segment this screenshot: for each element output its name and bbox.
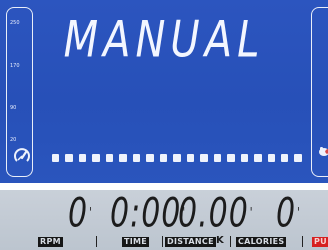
progress-segment — [105, 154, 114, 162]
divider — [302, 236, 303, 247]
progress-segment — [52, 154, 60, 162]
progress-segment — [267, 154, 275, 162]
program-mode-title: MANUAL — [63, 11, 265, 69]
progress-segment — [213, 154, 222, 162]
scale-tick-label: 90 — [10, 105, 17, 111]
rpm-readout: 0' — [68, 189, 93, 238]
pulse-label: PU — [312, 237, 328, 247]
progress-segment — [240, 154, 249, 162]
progress-segment — [78, 154, 87, 162]
calories-label: CALORIES — [236, 237, 287, 247]
program-progress-bar — [52, 154, 302, 162]
main-lcd-screen: 250 170 90 20 MANUAL — [0, 0, 328, 183]
progress-segment — [294, 154, 302, 162]
progress-segment — [146, 154, 154, 162]
progress-segment — [173, 154, 181, 162]
calories-value: 0 — [276, 189, 297, 238]
time-label: TIME — [122, 237, 150, 247]
calories-readout: 0' — [276, 189, 301, 238]
progress-segment — [119, 154, 127, 162]
progress-segment — [280, 154, 289, 162]
divider — [96, 236, 97, 247]
progress-segment — [200, 154, 208, 162]
distance-label: DISTANCE — [165, 237, 216, 247]
distance-unit: K — [216, 235, 224, 246]
progress-segment — [227, 154, 235, 162]
progress-segment — [254, 154, 262, 162]
heart-hand-icon — [319, 147, 328, 156]
time-value: 0:00 — [110, 189, 182, 238]
progress-segment — [132, 154, 141, 162]
stats-lcd-panel: 0' 0:00' 0.00' 0' RPM TIME DISTANCE K CA… — [0, 190, 328, 250]
divider — [230, 236, 231, 247]
distance-value: 0.00 — [178, 189, 249, 238]
progress-segment — [186, 154, 195, 162]
rpm-value: 0 — [68, 189, 89, 238]
rpm-label: RPM — [38, 237, 63, 247]
speed-dial-icon — [14, 148, 30, 162]
progress-segment — [159, 154, 168, 162]
divider — [162, 236, 163, 247]
scale-tick-label: 20 — [10, 137, 17, 143]
console-display: 250 170 90 20 MANUAL 0' 0:00' 0.00' 0' R… — [0, 0, 328, 250]
time-readout: 0:00' — [110, 189, 187, 238]
progress-segment — [92, 154, 100, 162]
progress-segment — [65, 154, 73, 162]
distance-readout: 0.00' — [178, 189, 254, 238]
